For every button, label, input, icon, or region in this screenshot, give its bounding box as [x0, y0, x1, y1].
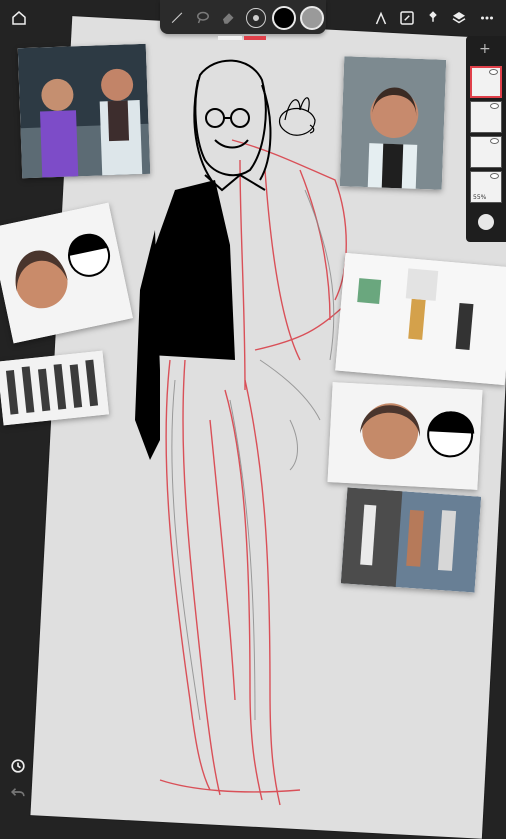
ruler-icon[interactable]: [368, 5, 394, 31]
undo-icon[interactable]: [8, 782, 28, 802]
edit-icon[interactable]: [394, 5, 420, 31]
eye-icon[interactable]: [490, 103, 499, 109]
eye-icon[interactable]: [489, 69, 498, 75]
top-toolbar: [0, 0, 506, 36]
reference-photo-2[interactable]: [339, 56, 447, 190]
more-icon[interactable]: [474, 5, 500, 31]
reference-art-2[interactable]: [327, 382, 483, 490]
active-canvas-indicator: [244, 36, 266, 40]
lasso-icon[interactable]: [190, 4, 216, 30]
eraser-icon[interactable]: [216, 4, 242, 30]
layer-thumb-2[interactable]: [470, 101, 502, 133]
reference-lineup-2[interactable]: [335, 252, 506, 386]
pin-icon[interactable]: [420, 5, 446, 31]
color-black-swatch[interactable]: [272, 6, 296, 30]
layer-thumb-4[interactable]: 55%: [470, 171, 502, 203]
home-icon[interactable]: [6, 5, 32, 31]
layers-panel: + 55%: [466, 36, 506, 242]
layer-opacity-label: 55%: [473, 194, 487, 201]
reference-photo-1[interactable]: [17, 43, 151, 179]
reference-lineup-1[interactable]: [0, 350, 110, 426]
color-gray-swatch[interactable]: [300, 6, 324, 30]
eye-icon[interactable]: [490, 173, 499, 179]
brush-icon[interactable]: [164, 4, 190, 30]
brush-size-icon[interactable]: [246, 8, 266, 28]
layer-opacity-control[interactable]: [478, 214, 494, 230]
layer-thumb-1[interactable]: [470, 66, 502, 98]
add-layer-button[interactable]: +: [479, 42, 491, 56]
tool-palette: [160, 0, 326, 34]
layers-icon[interactable]: [446, 5, 472, 31]
history-icon[interactable]: [8, 756, 28, 776]
reference-3d-model[interactable]: [340, 487, 482, 593]
reference-art-1[interactable]: [0, 202, 133, 344]
layer-thumb-3[interactable]: [470, 136, 502, 168]
eye-icon[interactable]: [490, 138, 499, 144]
canvas-tab: [218, 36, 242, 40]
